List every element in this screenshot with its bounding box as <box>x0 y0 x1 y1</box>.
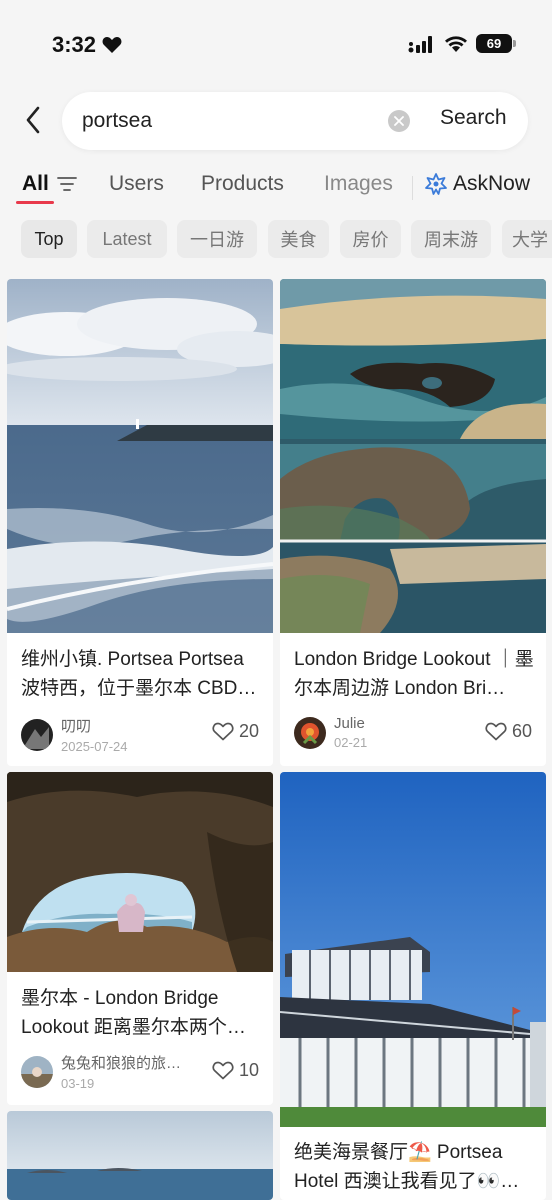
clear-search-button[interactable] <box>388 110 410 132</box>
avatar <box>294 716 326 749</box>
cellular-signal-icon <box>408 35 432 53</box>
post-image-ocean <box>7 279 273 633</box>
avatar <box>21 718 53 751</box>
like-button[interactable]: 60 <box>485 721 532 742</box>
filter-chips: Top Latest 一日游 美食 房价 周末游 大学 <box>0 220 552 258</box>
like-count: 60 <box>511 721 532 741</box>
post-card[interactable] <box>7 1111 273 1200</box>
post-image-cave <box>7 772 273 972</box>
heart-outline-icon <box>212 722 234 741</box>
status-time-text: 3:32 <box>52 32 97 57</box>
heart-outline-icon <box>485 722 507 741</box>
chip-top[interactable]: Top <box>21 220 77 258</box>
tab-users[interactable]: Users <box>109 172 164 196</box>
asknow-label: AskNow <box>453 172 531 195</box>
post-title: 维州小镇. Portsea Portsea 波特西，位于墨尔本 CBD… <box>21 649 257 699</box>
post-card[interactable]: 墨尔本 - London Bridge Lookout 距离墨尔本两个… 兔兔和… <box>7 772 273 1105</box>
like-button[interactable]: 20 <box>212 721 259 742</box>
post-author[interactable]: Julie 02-21 <box>294 715 367 750</box>
post-title: 绝美海景餐厅⛱️ Portsea Hotel 西澳让我看见了👀… <box>294 1142 520 1192</box>
chip-day-trip[interactable]: 一日游 <box>177 220 257 258</box>
post-date: 03-19 <box>61 1076 95 1091</box>
post-date: 02-21 <box>334 735 368 750</box>
post-title: London Bridge Lookout ｜墨尔本周边游 London Bri… <box>294 649 534 699</box>
heart-status-icon <box>102 37 122 53</box>
post-author[interactable]: 叨叨 2025-07-24 <box>21 715 128 754</box>
post-title: 墨尔本 - London Bridge Lookout 距离墨尔本两个… <box>21 988 246 1038</box>
chevron-left-icon <box>26 106 40 134</box>
status-bar: 3:32 69 <box>0 0 552 90</box>
author-name: 兔兔和狼狼的旅… <box>61 1055 182 1072</box>
status-icons: 69 <box>408 34 516 53</box>
tab-products[interactable]: Products <box>201 172 284 196</box>
like-count: 20 <box>238 721 259 741</box>
chip-latest[interactable]: Latest <box>87 220 167 258</box>
back-button[interactable] <box>16 103 50 137</box>
battery-level: 69 <box>486 36 502 51</box>
asknow-star-icon <box>425 173 447 195</box>
author-name: 叨叨 <box>61 718 92 735</box>
post-card[interactable]: London Bridge Lookout ｜墨尔本周边游 London Bri… <box>280 279 546 766</box>
tab-images[interactable]: Images <box>324 172 393 196</box>
active-tab-indicator <box>16 201 54 204</box>
tab-divider <box>412 176 413 200</box>
search-input[interactable] <box>82 107 372 135</box>
chip-housing-price[interactable]: 房价 <box>340 220 401 258</box>
post-date: 2025-07-24 <box>61 739 128 754</box>
result-tabs: All Users Products Images AskNow <box>0 168 552 208</box>
post-image-coast <box>7 1111 273 1200</box>
tab-all[interactable]: All <box>22 172 77 196</box>
asknow-button[interactable]: AskNow <box>425 172 530 196</box>
author-name: Julie <box>334 715 365 732</box>
like-count: 10 <box>238 1060 259 1080</box>
post-image-london-bridge <box>280 279 546 633</box>
post-card[interactable]: 维州小镇. Portsea Portsea 波特西，位于墨尔本 CBD… 叨叨 … <box>7 279 273 766</box>
chip-university[interactable]: 大学 <box>502 220 552 258</box>
close-icon <box>394 116 404 126</box>
chip-weekend-trip[interactable]: 周末游 <box>411 220 491 258</box>
heart-outline-icon <box>212 1061 234 1080</box>
search-box[interactable]: Search <box>62 92 528 150</box>
post-image-hotel <box>280 772 546 1127</box>
post-author[interactable]: 兔兔和狼狼的旅… 03-19 <box>21 1052 181 1091</box>
status-time: 3:32 <box>52 32 122 58</box>
post-card[interactable]: 绝美海景餐厅⛱️ Portsea Hotel 西澳让我看见了👀… <box>280 772 546 1200</box>
search-button[interactable]: Search <box>440 106 507 136</box>
tab-all-label: All <box>22 172 49 195</box>
battery-icon: 69 <box>476 34 516 53</box>
like-button[interactable]: 10 <box>212 1060 259 1081</box>
avatar <box>21 1055 53 1088</box>
chip-food[interactable]: 美食 <box>268 220 329 258</box>
filter-icon <box>56 177 77 191</box>
wifi-icon <box>445 35 467 52</box>
